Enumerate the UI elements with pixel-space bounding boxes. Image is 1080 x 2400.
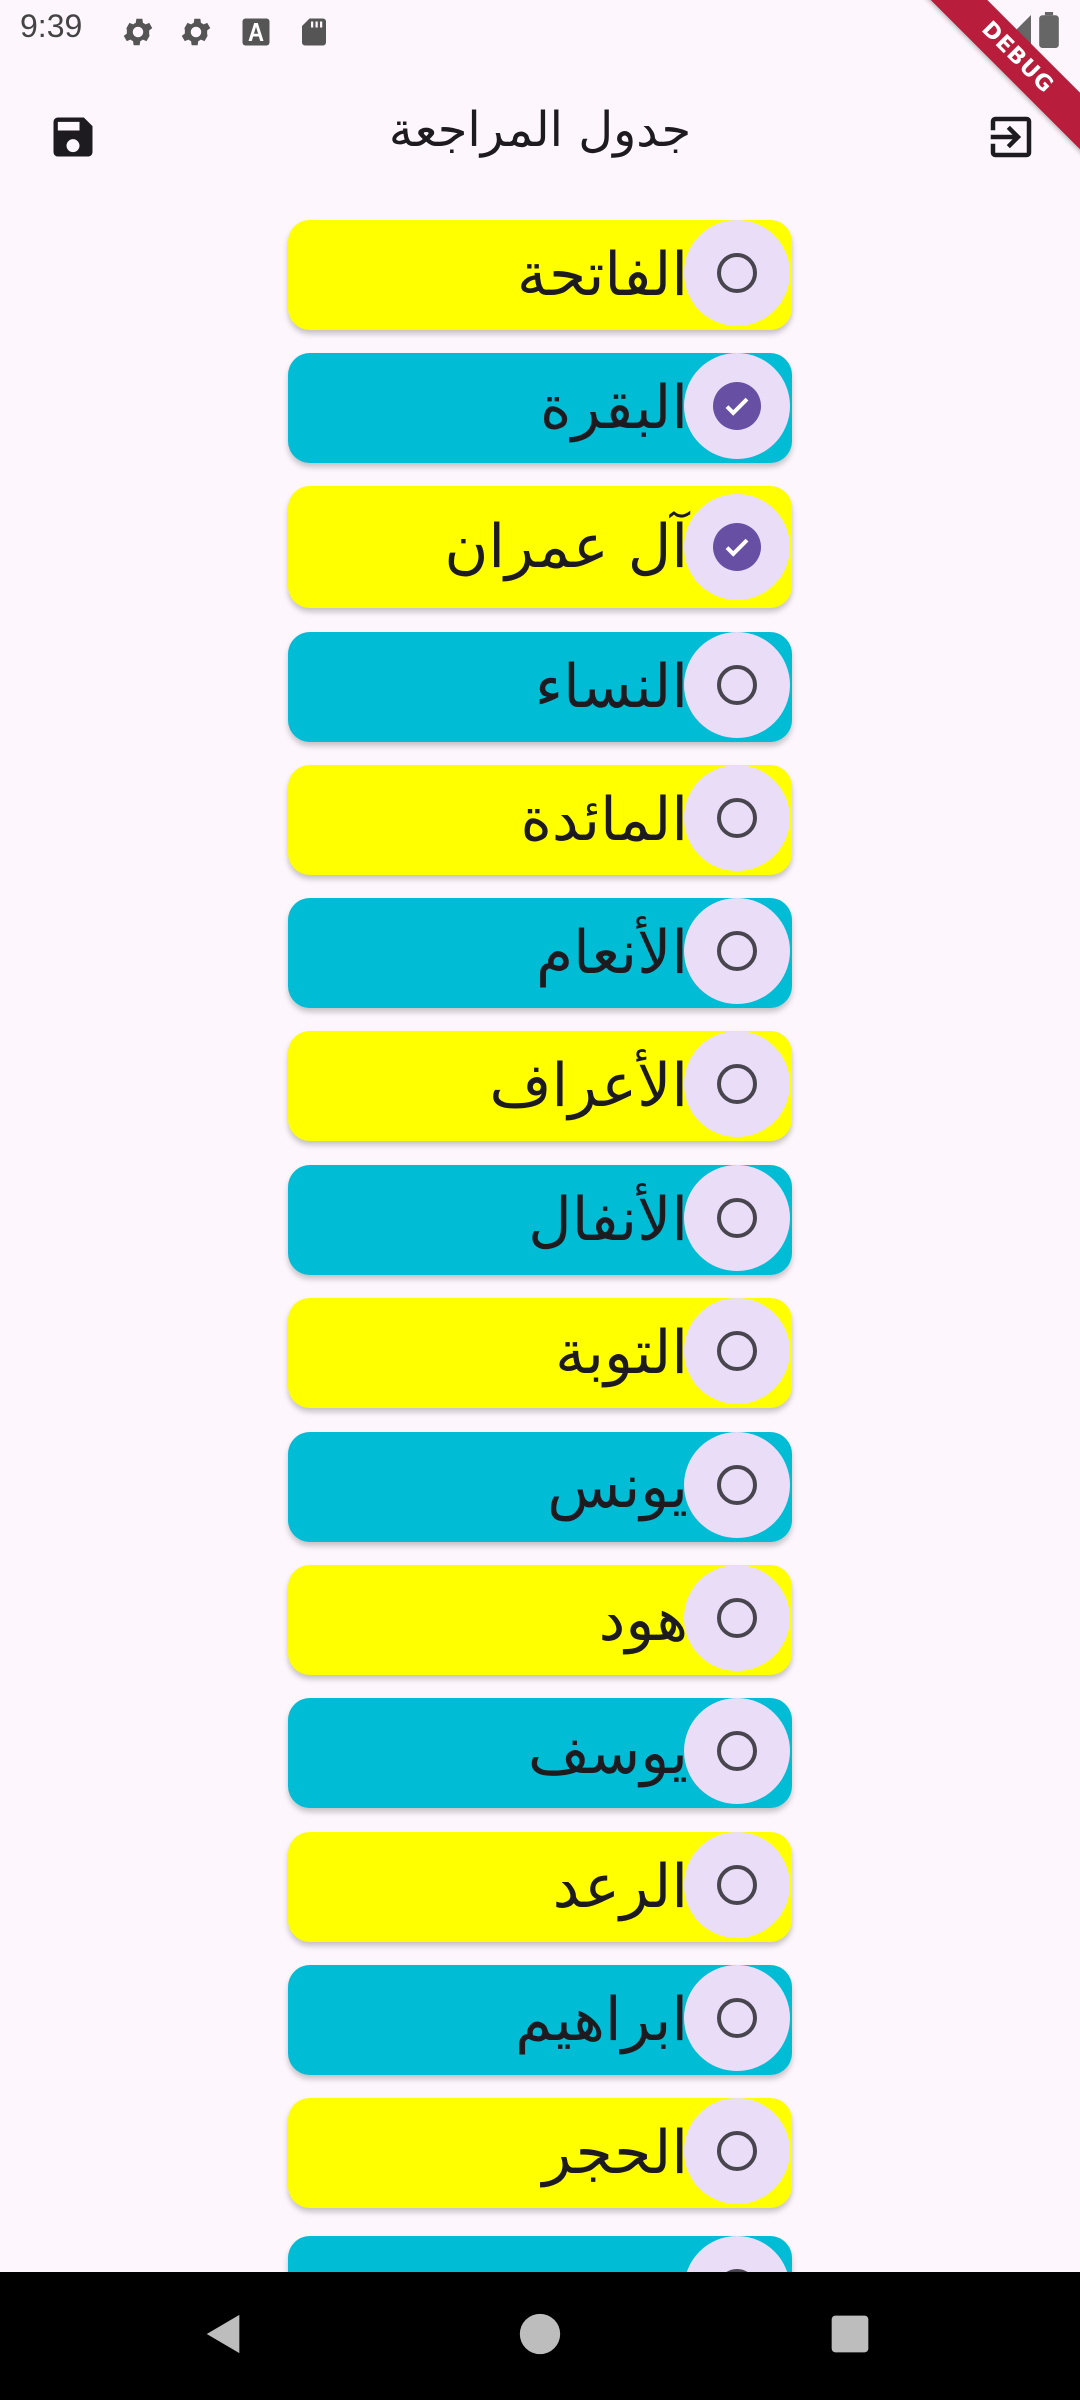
list-item[interactable]: المائدة bbox=[288, 765, 792, 875]
list-item[interactable]: يوسف bbox=[288, 1698, 792, 1808]
surah-name: آل عمران bbox=[444, 512, 688, 582]
list-item[interactable]: الأعراف bbox=[288, 1031, 792, 1141]
circle-outline-icon bbox=[717, 1865, 757, 1905]
surah-name: الفاتحة bbox=[516, 240, 688, 310]
back-icon bbox=[201, 2311, 247, 2361]
unchecked-circle-button[interactable] bbox=[684, 1565, 790, 1671]
list-item[interactable]: الرعد bbox=[288, 1832, 792, 1942]
font-icon bbox=[238, 14, 274, 50]
page-title: جدول المراجعة bbox=[388, 102, 692, 158]
surah-name: الأنعام bbox=[536, 918, 688, 988]
surah-name: الحجر bbox=[542, 2118, 688, 2188]
unchecked-circle-button[interactable] bbox=[684, 1832, 790, 1938]
circle-outline-icon bbox=[717, 1731, 757, 1771]
list-item[interactable]: ابراهيم bbox=[288, 1965, 792, 2075]
unchecked-circle-button[interactable] bbox=[684, 1165, 790, 1271]
unchecked-circle-button[interactable] bbox=[684, 1298, 790, 1404]
list-item[interactable]: يونس bbox=[288, 1432, 792, 1542]
surah-name: يونس bbox=[547, 1452, 688, 1522]
logout-icon bbox=[984, 110, 1038, 168]
unchecked-circle-button[interactable] bbox=[684, 2236, 790, 2272]
recents-icon bbox=[828, 2312, 872, 2360]
list-item[interactable]: الحجر bbox=[288, 2098, 792, 2208]
surah-name: يوسف bbox=[527, 1718, 688, 1788]
surah-name: هود bbox=[598, 1585, 688, 1655]
checked-circle-button[interactable] bbox=[684, 353, 790, 459]
circle-outline-icon bbox=[717, 2131, 757, 2171]
settings-icon bbox=[120, 14, 156, 50]
check-circle-icon bbox=[713, 523, 761, 571]
surah-name: ابراهيم bbox=[515, 1985, 688, 2055]
circle-outline-icon bbox=[717, 1465, 757, 1505]
unchecked-circle-button[interactable] bbox=[684, 1965, 790, 2071]
list-item[interactable]: الأنفال bbox=[288, 1165, 792, 1275]
surah-name: المائدة bbox=[520, 785, 688, 855]
unchecked-circle-button[interactable] bbox=[684, 765, 790, 871]
status-time: 9:39 bbox=[20, 8, 83, 44]
list-item[interactable] bbox=[288, 2236, 792, 2272]
logout-button[interactable] bbox=[966, 94, 1056, 184]
status-bar: 9:39 bbox=[0, 0, 1080, 64]
surah-name: التوبة bbox=[555, 1318, 688, 1388]
app-bar: جدول المراجعة bbox=[0, 64, 1080, 208]
circle-outline-icon bbox=[717, 1064, 757, 1104]
circle-outline-icon bbox=[717, 665, 757, 705]
home-button[interactable] bbox=[512, 2308, 568, 2364]
circle-outline-icon bbox=[717, 798, 757, 838]
surah-name: البقرة bbox=[540, 373, 688, 443]
circle-outline-icon bbox=[717, 931, 757, 971]
circle-outline-icon bbox=[717, 253, 757, 293]
back-button[interactable] bbox=[196, 2308, 252, 2364]
unchecked-circle-button[interactable] bbox=[684, 1031, 790, 1137]
unchecked-circle-button[interactable] bbox=[684, 1698, 790, 1804]
list-item[interactable]: الفاتحة bbox=[288, 220, 792, 330]
surah-list: الفاتحة البقرة آل عمران النساء المائدة الأنعا… bbox=[0, 208, 1080, 2272]
list-item[interactable]: آل عمران bbox=[288, 486, 792, 608]
sd-card-icon bbox=[296, 14, 332, 50]
unchecked-circle-button[interactable] bbox=[684, 632, 790, 738]
list-item[interactable]: الأنعام bbox=[288, 898, 792, 1008]
circle-outline-icon bbox=[717, 1998, 757, 2038]
surah-name: النساء bbox=[534, 652, 688, 722]
unchecked-circle-button[interactable] bbox=[684, 2098, 790, 2204]
list-item[interactable]: البقرة bbox=[288, 353, 792, 463]
circle-outline-icon bbox=[717, 1198, 757, 1238]
list-item[interactable]: النساء bbox=[288, 632, 792, 742]
surah-name: الأنفال bbox=[528, 1185, 688, 1255]
circle-outline-icon bbox=[717, 1598, 757, 1638]
check-circle-icon bbox=[713, 382, 761, 430]
surah-name: الأعراف bbox=[489, 1051, 688, 1121]
unchecked-circle-button[interactable] bbox=[684, 1432, 790, 1538]
unchecked-circle-button[interactable] bbox=[684, 898, 790, 1004]
unchecked-circle-button[interactable] bbox=[684, 220, 790, 326]
home-icon bbox=[518, 2312, 562, 2360]
checked-circle-button[interactable] bbox=[684, 494, 790, 600]
surah-name: الرعد bbox=[552, 1852, 688, 1922]
navigation-bar bbox=[0, 2272, 1080, 2400]
circle-outline-icon bbox=[717, 1331, 757, 1371]
battery-icon bbox=[1038, 12, 1060, 52]
list-item[interactable]: هود bbox=[288, 1565, 792, 1675]
recents-button[interactable] bbox=[822, 2308, 878, 2364]
list-item[interactable]: التوبة bbox=[288, 1298, 792, 1408]
settings-icon bbox=[178, 14, 214, 50]
